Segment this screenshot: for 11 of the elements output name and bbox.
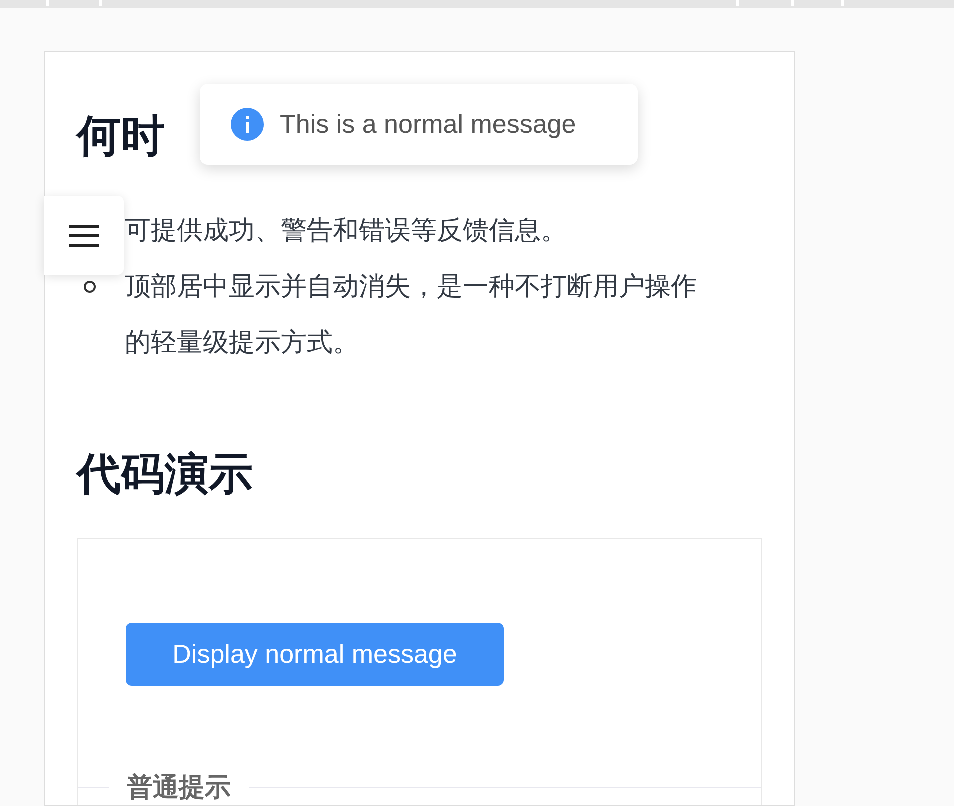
info-icon — [231, 108, 264, 141]
message-text: This is a normal message — [280, 108, 576, 141]
section-heading: 何时 — [77, 111, 165, 163]
list-text: 可提供成功、警告和错误等反馈信息。 — [125, 214, 568, 247]
divider-label: 普通提示 — [126, 774, 232, 800]
display-message-button[interactable]: Display normal message — [126, 623, 504, 686]
section-heading: 代码演示 — [77, 449, 253, 501]
menu-icon — [69, 224, 99, 248]
menu-button[interactable] — [44, 196, 124, 275]
list-text: 顶部居中显示并自动消失，是一种不打断用户操作的轻量级提示方式。 — [125, 270, 698, 359]
bullet-icon — [84, 281, 96, 293]
